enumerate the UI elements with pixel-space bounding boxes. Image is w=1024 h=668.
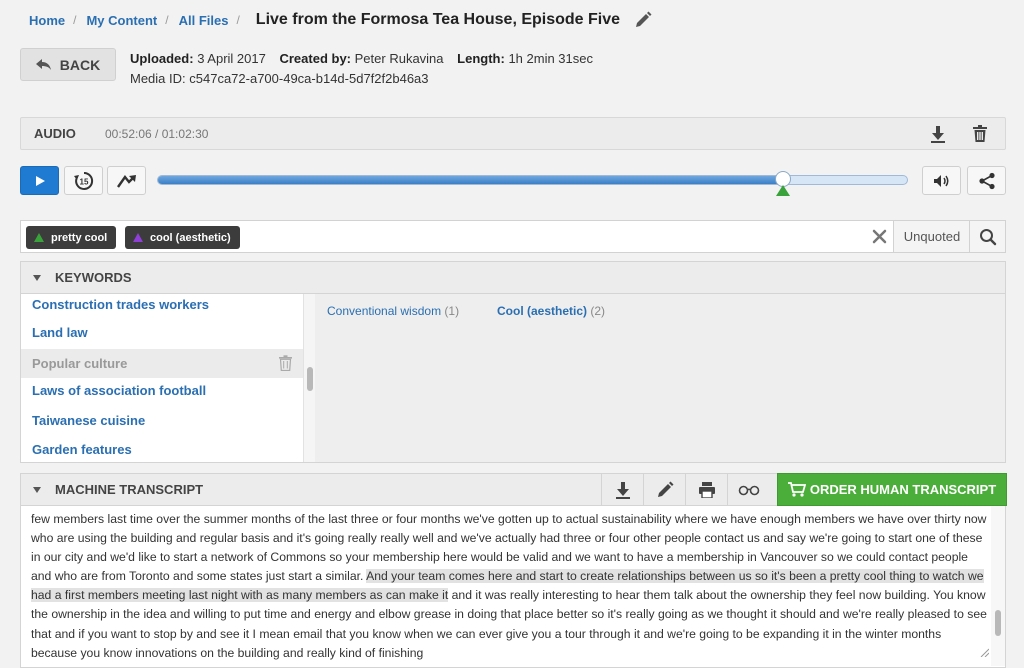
transcript-scroll-thumb[interactable]: [995, 610, 1001, 636]
unquoted-toggle-button[interactable]: Unquoted: [893, 221, 970, 252]
keyword-label: Land law: [32, 325, 88, 340]
volume-button[interactable]: [922, 166, 961, 195]
created-label: Created by:: [279, 51, 352, 66]
speed-button[interactable]: [107, 166, 146, 195]
back-button[interactable]: BACK: [20, 48, 116, 81]
trash-icon[interactable]: [971, 125, 989, 143]
share-button[interactable]: [967, 166, 1006, 195]
tag-color-marker-icon: [34, 233, 44, 242]
breadcrumb-separator: /: [73, 13, 77, 27]
glasses-icon: [738, 485, 759, 495]
unquoted-label: Unquoted: [903, 229, 961, 244]
search-tag-pretty-cool[interactable]: pretty cool: [26, 226, 117, 249]
search-tag-label: pretty cool: [51, 231, 108, 244]
transcript-read-mode-button[interactable]: [727, 474, 769, 505]
breadcrumb-separator: /: [165, 13, 169, 27]
keyword-item[interactable]: Laws of association football: [21, 376, 303, 405]
media-id-value: c547ca72-a700-49ca-b14d-5d7f2f2b46a3: [189, 71, 429, 86]
keywords-panel: Construction trades workers Land law Pop…: [20, 294, 1006, 463]
page-title: Live from the Formosa Tea House, Episode…: [255, 11, 621, 28]
related-keyword-conventional-wisdom[interactable]: Conventional wisdom (1): [327, 304, 459, 318]
search-button[interactable]: [969, 221, 1005, 252]
related-keyword-label: Cool (aesthetic): [497, 304, 588, 318]
breadcrumb: Home / My Content / All Files / Live fro…: [29, 9, 652, 31]
keyword-item[interactable]: Construction trades workers: [21, 294, 303, 319]
length-label: Length:: [457, 51, 505, 66]
search-tag-cool-aesthetic[interactable]: cool (aesthetic): [125, 226, 240, 249]
keywords-title: KEYWORDS: [55, 270, 132, 285]
order-human-transcript-button[interactable]: ORDER HUMAN TRANSCRIPT: [777, 473, 1007, 506]
cart-icon: [787, 482, 806, 497]
resize-grip-icon[interactable]: [979, 647, 989, 657]
uploaded-value: 3 April 2017: [197, 51, 266, 66]
search-icon: [979, 228, 996, 245]
keyword-label: Taiwanese cuisine: [32, 413, 146, 428]
media-meta: Uploaded: 3 April 2017 Created by: Peter…: [130, 49, 593, 89]
related-keyword-count: (1): [444, 304, 460, 318]
transcript-body[interactable]: few members last time over the summer mo…: [20, 506, 1006, 668]
breadcrumb-separator: /: [236, 13, 240, 27]
audio-progress-slider[interactable]: [157, 171, 908, 196]
keyword-label: Popular culture: [32, 356, 128, 371]
pencil-icon: [657, 481, 673, 497]
breadcrumb-home[interactable]: Home: [29, 13, 65, 28]
tag-color-marker-icon: [133, 233, 143, 242]
trash-icon[interactable]: [278, 355, 293, 372]
replay-15-label: 15: [79, 177, 88, 186]
keyword-item[interactable]: Taiwanese cuisine: [21, 406, 303, 435]
keyword-list-scrollbar[interactable]: [303, 294, 315, 462]
chevron-down-icon[interactable]: [33, 486, 41, 493]
related-keyword-label: Conventional wisdom: [327, 304, 442, 318]
skip-back-15-button[interactable]: 15: [64, 166, 103, 195]
transcript-print-button[interactable]: [685, 474, 727, 505]
download-icon[interactable]: [929, 125, 947, 143]
audio-bar: AUDIO 00:52:06 / 01:02:30: [20, 117, 1006, 150]
transcript-download-button[interactable]: [601, 474, 643, 505]
keyword-label: Laws of association football: [32, 383, 207, 398]
keyword-item-selected[interactable]: Popular culture: [21, 349, 303, 378]
transcript-title: MACHINE TRANSCRIPT: [55, 482, 204, 497]
share-icon: [978, 172, 995, 189]
related-keyword-count: (2): [590, 304, 606, 318]
keyword-search-bar[interactable]: pretty cool cool (aesthetic) Unquoted: [20, 220, 1006, 253]
speed-icon: [116, 174, 136, 188]
audio-label: AUDIO: [34, 126, 76, 141]
close-icon[interactable]: [871, 228, 888, 245]
bookmark-marker-icon[interactable]: [776, 185, 790, 196]
keyword-list: Construction trades workers Land law Pop…: [21, 294, 303, 462]
breadcrumb-all-files[interactable]: All Files: [179, 13, 229, 28]
order-human-transcript-label: ORDER HUMAN TRANSCRIPT: [809, 482, 997, 497]
pencil-icon[interactable]: [634, 11, 652, 29]
keyword-item[interactable]: Garden features: [21, 435, 303, 462]
replay-15-icon: 15: [73, 171, 93, 190]
transcript-text[interactable]: few members last time over the summer mo…: [31, 510, 989, 663]
audio-progress-fill: [158, 176, 783, 184]
keyword-label: Construction trades workers: [32, 297, 209, 312]
media-id-label: Media ID:: [130, 71, 186, 86]
transcript-scrollbar[interactable]: [991, 506, 1005, 666]
breadcrumb-my-content[interactable]: My Content: [86, 13, 157, 28]
keyword-item[interactable]: Land law: [21, 318, 303, 347]
created-value: Peter Rukavina: [354, 51, 444, 66]
play-button[interactable]: [20, 166, 59, 195]
play-icon: [35, 175, 45, 186]
transcript-panel-header: MACHINE TRANSCRIPT ORDER HUMAN TRANSCRIP…: [20, 473, 1007, 506]
keyword-list-scroll-thumb[interactable]: [307, 367, 313, 391]
back-arrow-icon: [35, 58, 51, 70]
audio-time: 00:52:06 / 01:02:30: [105, 127, 209, 141]
download-icon: [615, 481, 630, 499]
uploaded-label: Uploaded:: [130, 51, 194, 66]
chevron-down-icon: [33, 274, 41, 281]
search-tag-label: cool (aesthetic): [150, 231, 231, 244]
keyword-label: Garden features: [32, 442, 132, 457]
keywords-panel-header[interactable]: KEYWORDS: [20, 261, 1006, 294]
printer-icon: [698, 481, 715, 498]
back-button-label: BACK: [59, 56, 101, 73]
related-keyword-cool-aesthetic[interactable]: Cool (aesthetic) (2): [497, 304, 605, 318]
length-value: 1h 2min 31sec: [508, 51, 593, 66]
transcript-edit-button[interactable]: [643, 474, 685, 505]
volume-icon: [933, 174, 948, 187]
